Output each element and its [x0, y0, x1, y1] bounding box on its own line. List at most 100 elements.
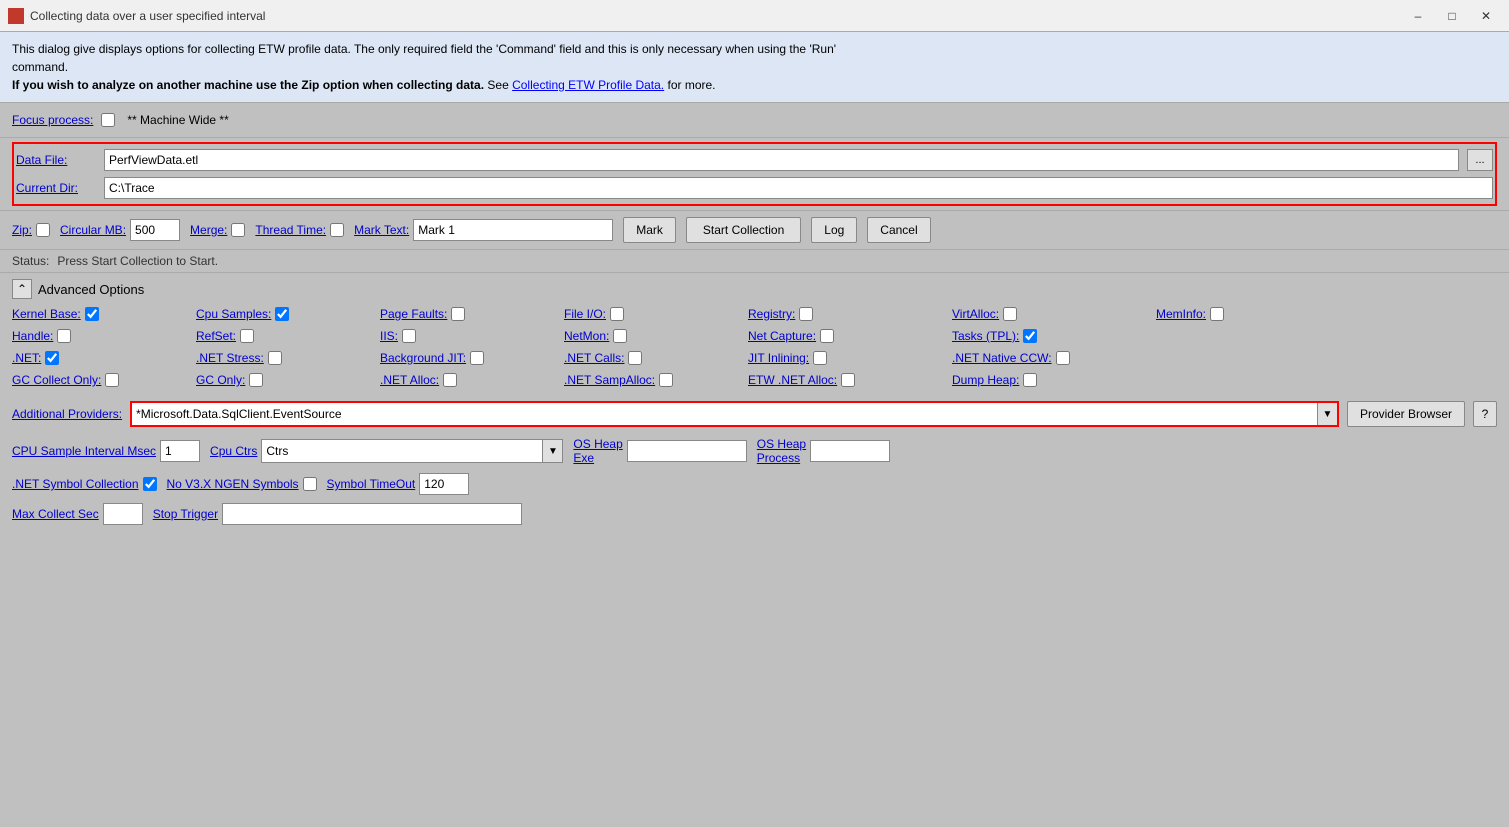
focus-process-checkbox[interactable]: [101, 113, 115, 127]
cpu-ctrs-input[interactable]: [262, 440, 542, 462]
circular-mb-input[interactable]: [130, 219, 180, 241]
max-collect-label[interactable]: Max Collect Sec: [12, 507, 99, 521]
virtalloc-checkbox[interactable]: [1003, 307, 1017, 321]
additional-providers-label[interactable]: Additional Providers:: [12, 407, 122, 421]
data-file-input[interactable]: [104, 149, 1459, 171]
stop-trigger-label[interactable]: Stop Trigger: [153, 507, 218, 521]
registry-checkbox[interactable]: [799, 307, 813, 321]
provider-browser-button[interactable]: Provider Browser: [1347, 401, 1465, 427]
jit-inlining-label[interactable]: JIT Inlining:: [748, 351, 809, 365]
gc-collect-only-checkbox[interactable]: [105, 373, 119, 387]
minimize-button[interactable]: –: [1403, 6, 1433, 26]
dotnet-sampalloc-label[interactable]: .NET SampAlloc:: [564, 373, 655, 387]
iis-checkbox[interactable]: [402, 329, 416, 343]
dotnet-stress-checkbox[interactable]: [268, 351, 282, 365]
cpu-samples-checkbox[interactable]: [275, 307, 289, 321]
meminfo-checkbox[interactable]: [1210, 307, 1224, 321]
jit-inlining-checkbox[interactable]: [813, 351, 827, 365]
cpu-interval-input[interactable]: [160, 440, 200, 462]
file-io-label[interactable]: File I/O:: [564, 307, 606, 321]
stop-trigger-input[interactable]: [222, 503, 522, 525]
zip-checkbox[interactable]: [36, 223, 50, 237]
thread-time-checkbox[interactable]: [330, 223, 344, 237]
focus-process-label[interactable]: Focus process:: [12, 113, 93, 127]
no-v3x-label[interactable]: No V3.X NGEN Symbols: [167, 477, 299, 491]
page-faults-checkbox[interactable]: [451, 307, 465, 321]
tasks-tpl-checkbox[interactable]: [1023, 329, 1037, 343]
close-button[interactable]: ✕: [1471, 6, 1501, 26]
option-gc-only: GC Only:: [196, 373, 376, 387]
symbol-timeout-input[interactable]: [419, 473, 469, 495]
log-button[interactable]: Log: [811, 217, 857, 243]
gc-only-checkbox[interactable]: [249, 373, 263, 387]
current-dir-label[interactable]: Current Dir:: [16, 181, 96, 195]
providers-input[interactable]: [132, 403, 1317, 425]
symbol-timeout-label[interactable]: Symbol TimeOut: [327, 477, 416, 491]
os-heap-exe-input[interactable]: [627, 440, 747, 462]
dotnet-stress-label[interactable]: .NET Stress:: [196, 351, 264, 365]
refset-label[interactable]: RefSet:: [196, 329, 236, 343]
registry-label[interactable]: Registry:: [748, 307, 795, 321]
thread-time-label[interactable]: Thread Time:: [255, 223, 326, 237]
os-heap-process-input[interactable]: [810, 440, 890, 462]
collapse-button[interactable]: ⌃: [12, 279, 32, 299]
dotnet-alloc-label[interactable]: .NET Alloc:: [380, 373, 439, 387]
mark-button[interactable]: Mark: [623, 217, 676, 243]
cancel-button[interactable]: Cancel: [867, 217, 930, 243]
refset-checkbox[interactable]: [240, 329, 254, 343]
zip-label[interactable]: Zip:: [12, 223, 32, 237]
maximize-button[interactable]: □: [1437, 6, 1467, 26]
gc-collect-only-label[interactable]: GC Collect Only:: [12, 373, 101, 387]
etw-dotnet-alloc-checkbox[interactable]: [841, 373, 855, 387]
current-dir-input[interactable]: [104, 177, 1493, 199]
kernel-base-label[interactable]: Kernel Base:: [12, 307, 81, 321]
dotnet-symbol-checkbox[interactable]: [143, 477, 157, 491]
etw-link[interactable]: Collecting ETW Profile Data.: [512, 78, 664, 92]
start-collection-button[interactable]: Start Collection: [686, 217, 801, 243]
meminfo-label[interactable]: MemInfo:: [1156, 307, 1206, 321]
data-file-label[interactable]: Data File:: [16, 153, 96, 167]
dotnet-native-ccw-label[interactable]: .NET Native CCW:: [952, 351, 1052, 365]
data-file-browse-button[interactable]: ...: [1467, 149, 1493, 171]
handle-label[interactable]: Handle:: [12, 329, 53, 343]
dump-heap-checkbox[interactable]: [1023, 373, 1037, 387]
dotnet-checkbox[interactable]: [45, 351, 59, 365]
gc-only-label[interactable]: GC Only:: [196, 373, 245, 387]
netmon-checkbox[interactable]: [613, 329, 627, 343]
cpu-ctrs-label[interactable]: Cpu Ctrs: [210, 444, 257, 458]
max-collect-input[interactable]: [103, 503, 143, 525]
cpu-samples-label[interactable]: Cpu Samples:: [196, 307, 271, 321]
providers-dropdown-button[interactable]: ▼: [1317, 403, 1337, 425]
handle-checkbox[interactable]: [57, 329, 71, 343]
mark-text-input[interactable]: [413, 219, 613, 241]
merge-label[interactable]: Merge:: [190, 223, 227, 237]
dotnet-sampalloc-checkbox[interactable]: [659, 373, 673, 387]
net-capture-checkbox[interactable]: [820, 329, 834, 343]
page-faults-label[interactable]: Page Faults:: [380, 307, 447, 321]
no-v3x-checkbox[interactable]: [303, 477, 317, 491]
net-capture-label[interactable]: Net Capture:: [748, 329, 816, 343]
dump-heap-label[interactable]: Dump Heap:: [952, 373, 1019, 387]
file-io-checkbox[interactable]: [610, 307, 624, 321]
dotnet-calls-checkbox[interactable]: [628, 351, 642, 365]
dotnet-label[interactable]: .NET:: [12, 351, 41, 365]
dotnet-native-ccw-checkbox[interactable]: [1056, 351, 1070, 365]
dotnet-symbol-label[interactable]: .NET Symbol Collection: [12, 477, 139, 491]
cpu-ctrs-dropdown-button[interactable]: ▼: [542, 440, 562, 462]
mark-text-label[interactable]: Mark Text:: [354, 223, 409, 237]
virtalloc-label[interactable]: VirtAlloc:: [952, 307, 999, 321]
merge-checkbox[interactable]: [231, 223, 245, 237]
kernel-base-checkbox[interactable]: [85, 307, 99, 321]
cpu-interval-label[interactable]: CPU Sample Interval Msec: [12, 444, 156, 458]
providers-help-button[interactable]: ?: [1473, 401, 1497, 427]
background-jit-label[interactable]: Background JIT:: [380, 351, 466, 365]
circular-mb-label[interactable]: Circular MB:: [60, 223, 126, 237]
netmon-label[interactable]: NetMon:: [564, 329, 609, 343]
etw-dotnet-alloc-label[interactable]: ETW .NET Alloc:: [748, 373, 837, 387]
tasks-tpl-label[interactable]: Tasks (TPL):: [952, 329, 1019, 343]
background-jit-checkbox[interactable]: [470, 351, 484, 365]
dotnet-alloc-checkbox[interactable]: [443, 373, 457, 387]
dotnet-calls-label[interactable]: .NET Calls:: [564, 351, 624, 365]
iis-label[interactable]: IIS:: [380, 329, 398, 343]
focus-process-input[interactable]: [123, 109, 1497, 131]
